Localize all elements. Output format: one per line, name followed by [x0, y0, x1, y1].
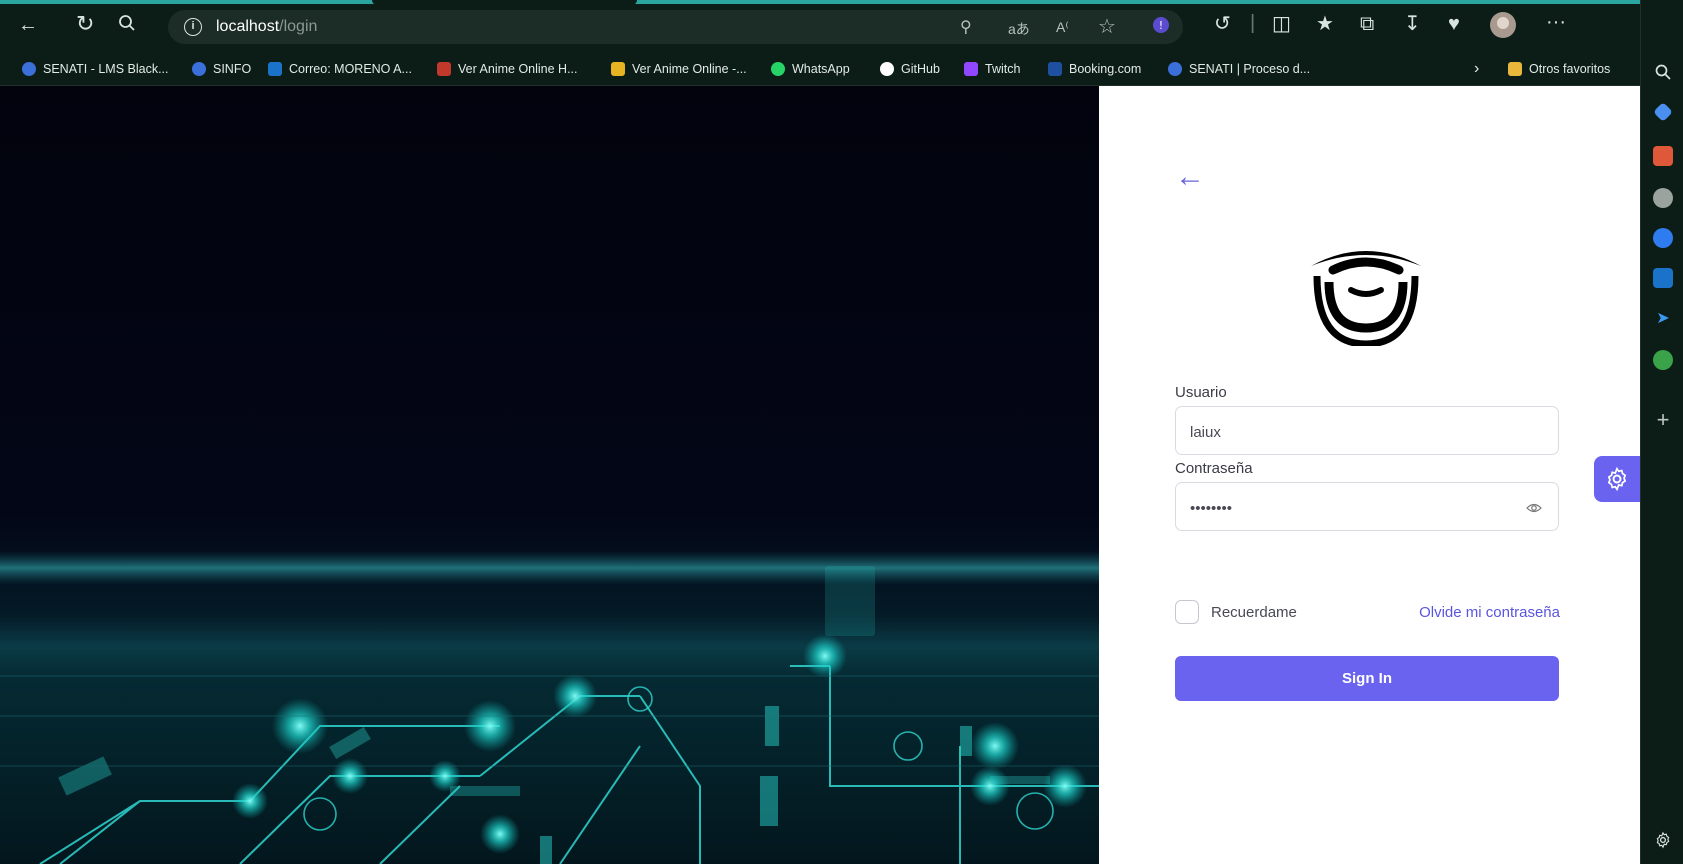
- bookmark-booking[interactable]: Booking.com: [1048, 59, 1141, 79]
- copilot-app-icon[interactable]: [1653, 228, 1673, 248]
- key-icon[interactable]: ⚲: [960, 17, 972, 37]
- back-arrow-icon[interactable]: ←: [1175, 162, 1205, 192]
- forgot-password-link[interactable]: Olvide mi contraseña: [1419, 604, 1560, 621]
- login-panel: ← Usuario Contraseña Recuerdame Olvide m…: [1099, 86, 1640, 864]
- sidebar-search-icon[interactable]: [1653, 62, 1673, 82]
- bookmark-github[interactable]: GitHub: [880, 59, 940, 79]
- more-menu-icon[interactable]: ···: [1546, 12, 1566, 32]
- extensions-icon[interactable]: ↺: [1214, 14, 1231, 34]
- tools-briefcase-icon[interactable]: [1653, 146, 1673, 166]
- active-tab[interactable]: [372, 0, 637, 5]
- show-password-eye-icon[interactable]: [1526, 500, 1542, 516]
- theme-settings-button[interactable]: [1594, 456, 1640, 502]
- active-tab-indicator: [0, 0, 1683, 4]
- browser-sidebar: ➤ +: [1640, 0, 1683, 864]
- username-label: Usuario: [1175, 384, 1227, 401]
- address-bar[interactable]: i localhost/login ⚲ aあ A⁽ ☆ !: [168, 10, 1183, 44]
- whatsapp-icon: [771, 62, 785, 76]
- profile-avatar[interactable]: [1490, 12, 1516, 42]
- collections-icon[interactable]: ⧉: [1360, 14, 1374, 34]
- username-field[interactable]: [1175, 406, 1559, 457]
- anime-site-icon: [611, 62, 625, 76]
- url-text[interactable]: localhost/login: [216, 18, 317, 36]
- bookmark-twitch[interactable]: Twitch: [964, 59, 1020, 79]
- remember-me-checkbox[interactable]: [1175, 600, 1199, 624]
- site-info-icon[interactable]: i: [184, 18, 202, 36]
- outlook-icon: [268, 62, 282, 76]
- globe-icon: [1168, 62, 1182, 76]
- remember-me-label[interactable]: Recuerdame: [1211, 604, 1297, 621]
- telegram-icon[interactable]: ➤: [1653, 308, 1673, 328]
- brand-logo: [1311, 251, 1421, 346]
- bookmark-correo[interactable]: Correo: MORENO A...: [268, 59, 412, 79]
- bookmark-other-favorites[interactable]: Otros favoritos: [1508, 59, 1610, 79]
- url-host: localhost: [216, 18, 280, 35]
- globe-icon: [22, 62, 36, 76]
- folder-icon: [1508, 62, 1522, 76]
- sign-in-button[interactable]: Sign In: [1175, 656, 1559, 701]
- favorites-icon[interactable]: ★: [1316, 14, 1334, 34]
- login-hero-image: [0, 86, 1099, 864]
- github-icon: [880, 62, 894, 76]
- bookmark-senati-lms[interactable]: SENATI - LMS Black...: [22, 59, 169, 79]
- add-icon[interactable]: +: [1653, 407, 1673, 432]
- gear-icon: [1607, 466, 1627, 492]
- games-icon[interactable]: [1653, 188, 1673, 208]
- refresh-icon[interactable]: ↻: [76, 13, 94, 35]
- tree-icon[interactable]: [1653, 350, 1673, 370]
- chevron-right-icon[interactable]: ›: [1474, 59, 1479, 79]
- shopping-tag-icon[interactable]: [1653, 102, 1673, 122]
- split-screen-icon[interactable]: ◫: [1272, 14, 1291, 34]
- circuit-board-illustration: [0, 551, 1099, 864]
- search-icon[interactable]: [118, 14, 136, 36]
- bookmark-anime-2[interactable]: Ver Anime Online -...: [611, 59, 747, 79]
- extension-badge-icon[interactable]: !: [1152, 16, 1170, 39]
- bookmark-anime-1[interactable]: Ver Anime Online H...: [437, 59, 578, 79]
- password-field[interactable]: [1175, 482, 1559, 533]
- url-path: /login: [279, 18, 318, 35]
- booking-icon: [1048, 62, 1062, 76]
- bookmark-senati-proceso[interactable]: SENATI | Proceso d...: [1168, 59, 1310, 79]
- svg-text:!: !: [1159, 19, 1163, 32]
- sidebar-settings-icon[interactable]: [1653, 830, 1673, 850]
- globe-icon: [192, 62, 206, 76]
- read-aloud-icon[interactable]: A⁽: [1056, 19, 1069, 36]
- toolbar-divider: |: [1250, 12, 1256, 34]
- password-input[interactable]: [1176, 483, 1506, 533]
- performance-icon[interactable]: ♥: [1448, 14, 1460, 34]
- twitch-icon: [964, 62, 978, 76]
- translate-icon[interactable]: aあ: [1008, 19, 1030, 39]
- anime-site-icon: [437, 62, 451, 76]
- favorite-star-icon[interactable]: ☆: [1098, 14, 1116, 39]
- password-label: Contraseña: [1175, 460, 1253, 477]
- bookmarks-bar: SENATI - LMS Black... SINFO Correo: MORE…: [0, 50, 1640, 86]
- downloads-icon[interactable]: ↧: [1404, 14, 1421, 34]
- bookmark-sinfo[interactable]: SINFO: [192, 59, 251, 79]
- username-input[interactable]: [1176, 407, 1506, 457]
- bookmark-whatsapp[interactable]: WhatsApp: [771, 59, 850, 79]
- outlook-icon[interactable]: [1653, 268, 1673, 288]
- back-icon[interactable]: ←: [18, 15, 38, 35]
- browser-toolbar: ← ↻ i localhost/login ⚲ aあ A⁽ ☆ ! ↺ | ◫ …: [0, 0, 1683, 50]
